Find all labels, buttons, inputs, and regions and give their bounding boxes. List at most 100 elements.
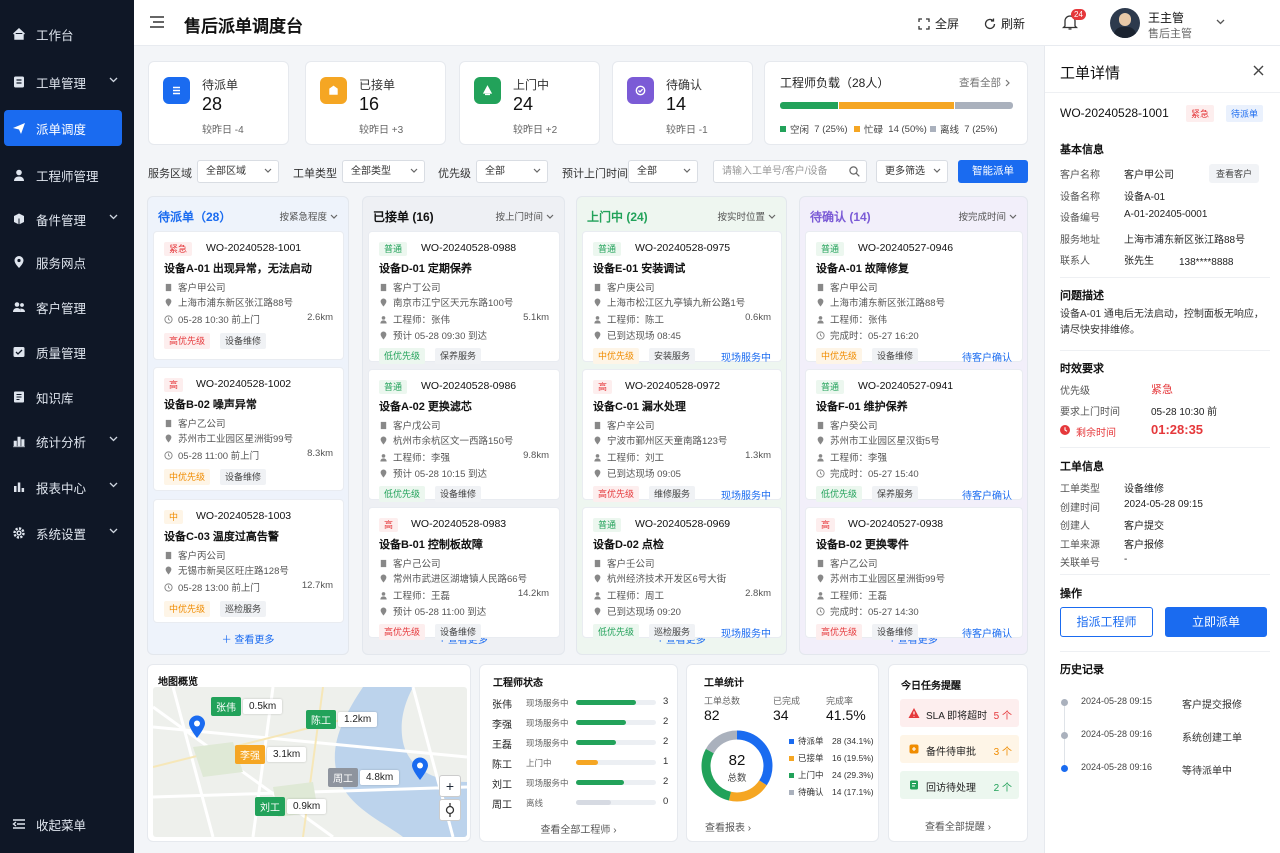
eta-text: 已到达现场 09:20 [607,607,681,618]
priority-badge: 普通 [816,242,845,256]
avatar[interactable] [1110,8,1140,38]
detail-key: 联系人 [1060,256,1090,267]
work-order-card[interactable]: 高 WO-20240528-0972 设备C-01 漏水处理 客户辛公司 宁波市鄞州区天… [582,369,782,502]
locate-button[interactable] [439,799,461,821]
order-status[interactable]: 待客户确认 [962,487,1012,502]
bar-chart-icon [13,436,25,448]
map-canvas[interactable]: 张伟 0.5km 陈工 1.2km 李强 3.1km 周工 4.8km 刘工 0.9km + [153,687,467,837]
order-status[interactable]: 待客户确认 [962,625,1012,640]
view-all-reminders-link[interactable]: 查看全部提醒 › [889,818,1027,833]
column-sort-dropdown[interactable]: 按实时位置 [717,209,776,223]
menu-toggle-icon[interactable] [150,16,164,28]
reminder-item[interactable]: SLA 即将超时 5 个 [900,699,1019,727]
column-sort-dropdown[interactable]: 按紧急程度 [279,209,338,223]
order-title: 设备A-02 更换滤芯 [379,401,472,413]
work-order-card[interactable]: 普通 WO-20240528-0988 设备D-01 定期保养 客户丁公司 南京市江宁区… [368,231,560,364]
fullscreen-button[interactable]: 全屏 [918,15,959,32]
work-order-card[interactable]: 普通 WO-20240527-0946 设备A-01 故障修复 客户甲公司 上海市浦东新… [805,231,1023,364]
pending-confirm-stat-card[interactable]: 待确认 14 较昨日 -1 [612,61,753,145]
engineer-map-pin[interactable]: 刘工 0.9km [255,797,327,816]
pending-dispatch-stat-card[interactable]: 待派单 28 较昨日 -4 [148,61,289,145]
notification-button[interactable]: 24 [1062,9,1086,31]
engineer-status-row[interactable]: 张伟 现场服务中 3 [480,695,679,711]
engineer-map-pin[interactable]: 周工 4.8km [328,768,400,787]
chevron-down-icon [546,215,554,220]
sidebar-item-9[interactable]: 知识库 [4,379,122,415]
user-menu-chevron-icon[interactable] [1216,19,1225,25]
history-dot [1061,765,1068,772]
engineer-task-count: 2 [663,776,669,787]
order-status[interactable]: 现场服务中 [721,625,771,640]
sort-label: 按完成时间 [958,212,1006,223]
order-status[interactable]: 现场服务中 [721,487,771,502]
work-order-card[interactable]: 中 WO-20240528-1003 设备C-03 温度过高告警 客户丙公司 无锡市新吴… [153,499,344,623]
work-order-card[interactable]: 紧急 WO-20240528-1001 设备A-01 出现异常，无法启动 客户甲公司上… [153,231,344,360]
sidebar-item-10[interactable]: 统计分析 [4,423,122,459]
on-site-stat-card[interactable]: 上门中 24 较昨日 +2 [459,61,600,145]
sidebar-item-2[interactable]: 工单管理 [4,64,122,100]
time-select[interactable]: 全部 [628,160,698,183]
engineer-status: 现场服务中 [526,778,569,788]
sidebar-item-4[interactable]: 工程师管理 [4,157,122,193]
more-filters-label: 更多筛选 [885,166,925,177]
work-order-card[interactable]: 高 WO-20240528-0983 设备B-01 控制板故障 客户己公司 常州市武进区… [368,507,560,640]
sidebar-item-3[interactable]: 派单调度 [4,110,122,146]
collapse-icon [12,819,25,829]
priority-select[interactable]: 全部 [476,160,548,183]
map-marker-icon[interactable] [411,757,429,781]
sidebar-item-7[interactable]: 客户管理 [4,289,122,325]
work-order-card[interactable]: 普通 WO-20240528-0975 设备E-01 安装调试 客户庚公司 上海市松江区… [582,231,782,364]
urgent-badge: 紧急 [1186,105,1215,122]
sidebar-item-5[interactable]: 备件管理 [4,201,122,237]
zoom-in-button[interactable]: + [439,775,461,797]
smart-dispatch-button[interactable]: 智能派单 [958,160,1028,183]
engineer-status-row[interactable]: 陈工 上门中 1 [480,755,679,771]
close-icon[interactable] [1253,65,1264,76]
map-marker-icon[interactable] [188,715,206,739]
work-order-card[interactable]: 普通 WO-20240528-0986 设备A-02 更换滤芯 客户戊公司 杭州市余杭区… [368,369,560,502]
engineer-status-row[interactable]: 刘工 现场服务中 2 [480,775,679,791]
view-customer-button[interactable]: 查看客户 [1209,164,1260,183]
engineer-map-pin[interactable]: 李强 3.1km [235,745,307,764]
chevron-down-icon [109,528,118,534]
column-sort-dropdown[interactable]: 按上门时间 [495,209,554,223]
work-order-card[interactable]: 普通 WO-20240528-0969 设备D-02 点检 客户壬公司 杭州经济技术开发… [582,507,782,640]
sidebar-item-8[interactable]: 质量管理 [4,334,122,370]
load-legend-item: 离线 7 (25%) [930,122,998,136]
sidebar-item-12[interactable]: 系统设置 [4,515,122,551]
type-filter-label: 工单类型 [293,168,337,180]
work-order-card[interactable]: 普通 WO-20240527-0941 设备F-01 维护保养 客户癸公司 苏州市工业园… [805,369,1023,502]
accepted-stat-card[interactable]: 已接单 16 较昨日 +3 [305,61,446,145]
type-select[interactable]: 全部类型 [342,160,425,183]
work-order-card[interactable]: 高 WO-20240527-0938 设备B-02 更换零件 客户乙公司 苏州市工业园区… [805,507,1023,640]
sidebar-item-11[interactable]: 报表中心 [4,469,122,505]
assign-engineer-button[interactable]: 指派工程师 [1060,607,1153,637]
reminder-item[interactable]: 备件待审批 3 个 [900,735,1019,763]
engineer-status-row[interactable]: 李强 现场服务中 2 [480,715,679,731]
area-select[interactable]: 全部区域 [197,160,279,183]
reminder-item[interactable]: 回访待处理 2 个 [900,771,1019,799]
more-filters-button[interactable]: 更多筛选 [876,160,948,183]
sidebar-item-1[interactable]: 工作台 [4,16,122,52]
detail-key: 客户名称 [1060,170,1100,181]
engineer-status-row[interactable]: 周工 离线 0 [480,795,679,811]
engineer-load-view-all[interactable]: 查看全部 [959,75,1012,90]
view-all-engineers-link[interactable]: 查看全部工程师 › [480,821,677,836]
legend-value: 7 (25%) [814,123,848,135]
engineer-map-pin[interactable]: 张伟 0.5km [211,697,283,716]
view-more-link[interactable]: ＋ 查看更多 [148,631,348,646]
refresh-button[interactable]: 刷新 [984,15,1025,32]
collapse-menu-button[interactable]: 收起菜单 [4,806,122,842]
sidebar-item-6[interactable]: 服务网点 [4,244,122,280]
engineer-map-pin[interactable]: 陈工 1.2km [306,710,378,729]
time-line: 05-28 11:00 前上门 [164,448,259,462]
dispatch-now-button[interactable]: 立即派单 [1165,607,1267,637]
search-input[interactable]: 请输入工单号/客户/设备 [713,160,867,183]
order-status[interactable]: 现场服务中 [721,349,771,364]
order-status[interactable]: 待客户确认 [962,349,1012,364]
column-sort-dropdown[interactable]: 按完成时间 [958,209,1017,223]
view-report-link[interactable]: 查看报表 › [705,819,751,834]
engineer-status-row[interactable]: 王磊 现场服务中 2 [480,735,679,751]
work-order-card[interactable]: 高 WO-20240528-1002 设备B-02 噪声异常 客户乙公司 苏州市工业园区… [153,367,344,491]
legend-swatch [789,772,794,778]
